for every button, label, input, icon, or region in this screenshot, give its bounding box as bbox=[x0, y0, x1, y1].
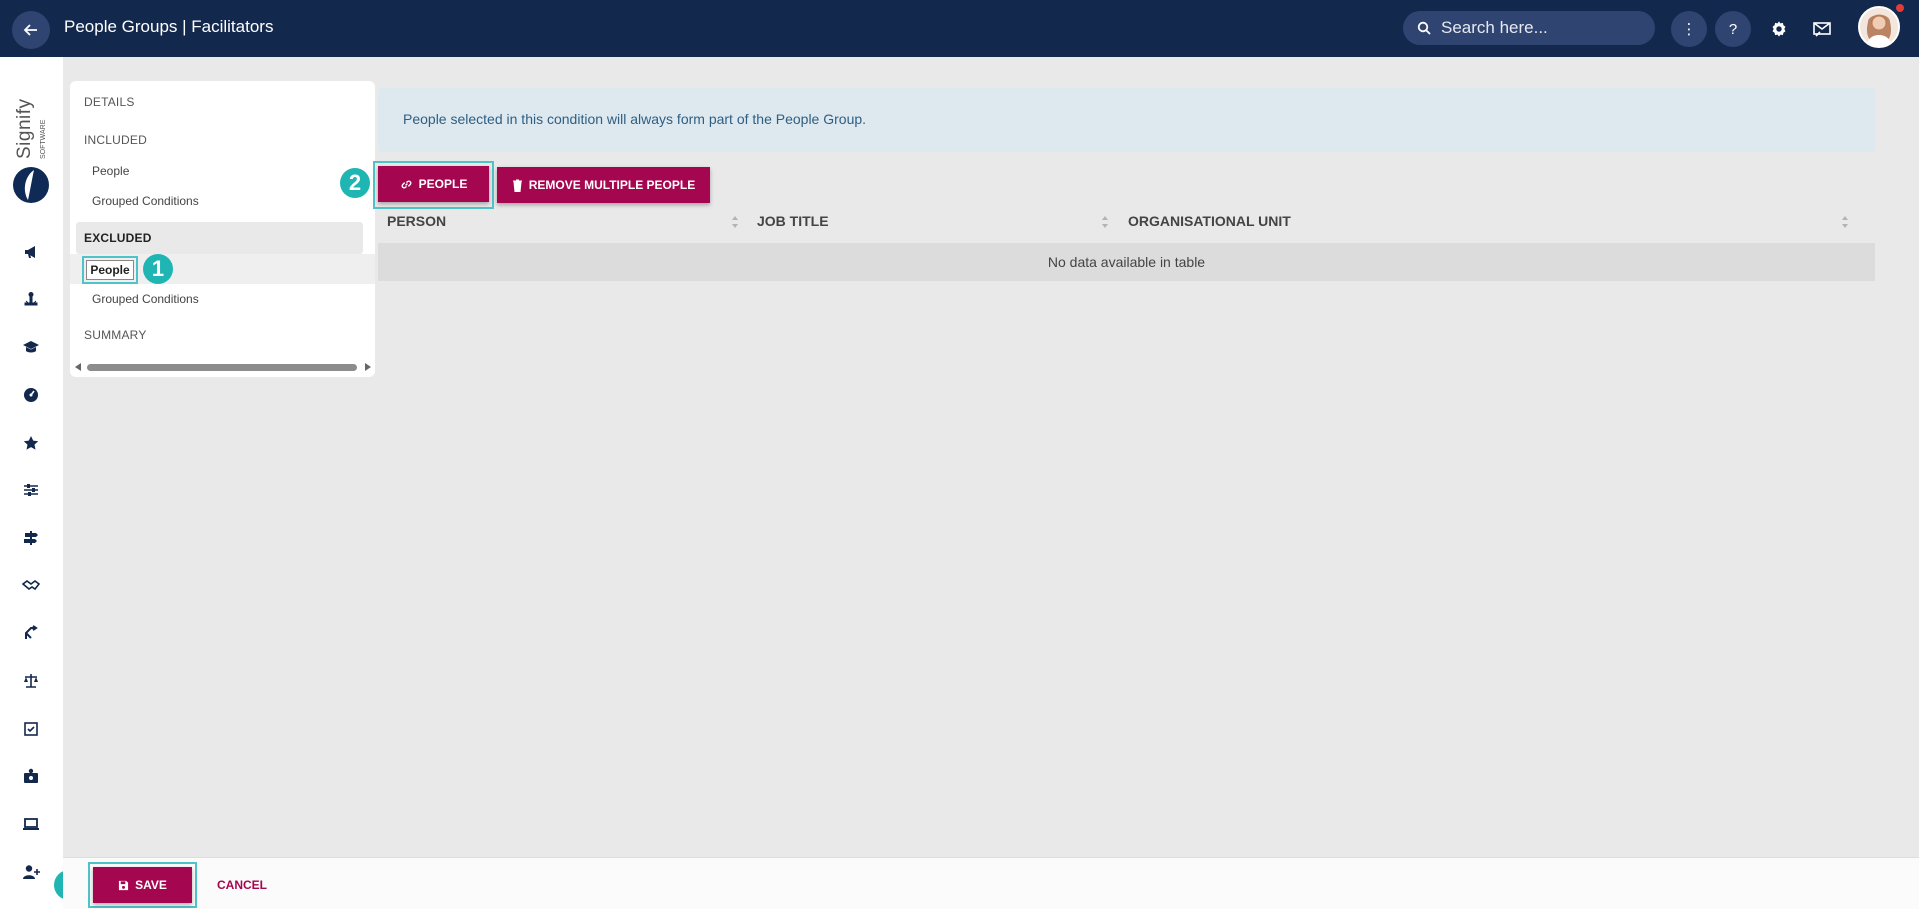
nav-excluded-grouped-conditions[interactable]: Grouped Conditions bbox=[92, 292, 199, 306]
back-button[interactable] bbox=[12, 11, 50, 49]
tasks-nav[interactable] bbox=[19, 717, 43, 741]
gauge-icon bbox=[24, 388, 38, 402]
col-organisational-unit[interactable]: ORGANISATIONAL UNIT bbox=[1128, 213, 1291, 229]
add-person-icon bbox=[23, 865, 40, 879]
back-arrow-icon bbox=[23, 24, 37, 36]
search-placeholder: Search here... bbox=[1441, 18, 1548, 37]
signpost-nav[interactable] bbox=[19, 526, 43, 550]
more-vert-icon: ⋮ bbox=[1681, 21, 1697, 38]
sort-person-icon[interactable] bbox=[730, 214, 740, 230]
floppy-disk-icon bbox=[119, 880, 129, 890]
handshake-icon bbox=[22, 580, 40, 591]
remove-multiple-label: REMOVE MULTIPLE PEOPLE bbox=[528, 178, 696, 192]
footer-bar bbox=[63, 857, 1919, 909]
condition-nav-panel: DETAILS INCLUDED People Grouped Conditio… bbox=[70, 81, 375, 377]
table-empty-row: No data available in table bbox=[378, 243, 1875, 281]
laptop-icon bbox=[23, 818, 39, 830]
nav-included[interactable]: INCLUDED bbox=[84, 133, 147, 147]
people-nav[interactable] bbox=[19, 287, 43, 311]
nav-excluded[interactable]: EXCLUDED bbox=[84, 231, 152, 245]
search-input[interactable]: Search here... bbox=[1403, 11, 1655, 45]
add-person-nav[interactable] bbox=[19, 860, 43, 884]
announcements-nav[interactable] bbox=[19, 240, 43, 264]
step-callout-1: 1 bbox=[143, 254, 173, 284]
help-button[interactable]: ? bbox=[1715, 11, 1751, 47]
people-button-highlight: PEOPLE bbox=[373, 161, 494, 209]
badge-nav[interactable] bbox=[19, 764, 43, 788]
more-options-button[interactable]: ⋮ bbox=[1671, 11, 1707, 47]
sort-job-title-icon[interactable] bbox=[1100, 214, 1110, 230]
messages-button[interactable] bbox=[1808, 15, 1836, 43]
sliders-icon bbox=[24, 484, 38, 496]
nav-summary[interactable]: SUMMARY bbox=[84, 328, 147, 342]
save-label: SAVE bbox=[135, 878, 167, 892]
devices-nav[interactable] bbox=[19, 812, 43, 836]
graduation-cap-icon bbox=[23, 341, 39, 353]
star-icon bbox=[23, 436, 39, 450]
compliance-nav[interactable] bbox=[19, 669, 43, 693]
left-rail: Signify SOFTWARE bbox=[0, 57, 63, 909]
dashboard-nav[interactable] bbox=[19, 383, 43, 407]
logo-subtext: SOFTWARE bbox=[40, 119, 47, 159]
sort-org-unit-icon[interactable] bbox=[1840, 214, 1850, 230]
gear-icon bbox=[1772, 21, 1786, 37]
nav-excluded-people-label: People bbox=[86, 260, 134, 280]
nav-included-grouped-conditions[interactable]: Grouped Conditions bbox=[92, 194, 199, 208]
nav-excluded-people[interactable]: People bbox=[82, 256, 138, 284]
people-button-label: PEOPLE bbox=[418, 177, 468, 191]
favourites-nav[interactable] bbox=[19, 431, 43, 455]
notification-dot bbox=[1896, 4, 1904, 12]
person-tree-icon bbox=[24, 292, 38, 306]
save-button[interactable]: SAVE bbox=[93, 867, 192, 903]
trash-icon bbox=[512, 179, 522, 192]
step-callout-2: 2 bbox=[340, 168, 370, 198]
save-button-highlight: SAVE bbox=[88, 862, 197, 908]
logo-text: Signify bbox=[14, 98, 35, 159]
routes-nav[interactable] bbox=[19, 621, 43, 645]
avatar[interactable] bbox=[1858, 6, 1900, 48]
link-icon bbox=[401, 180, 412, 188]
info-text: People selected in this condition will a… bbox=[403, 111, 867, 127]
nav-details[interactable]: DETAILS bbox=[84, 95, 135, 109]
scrollbar-thumb[interactable] bbox=[87, 364, 357, 371]
col-person[interactable]: PERSON bbox=[387, 213, 446, 229]
learning-nav[interactable] bbox=[19, 335, 43, 359]
remove-multiple-people-button[interactable]: REMOVE MULTIPLE PEOPLE bbox=[497, 167, 710, 203]
partnerships-nav[interactable] bbox=[19, 574, 43, 598]
top-bar: People Groups | Facilitators Search here… bbox=[0, 0, 1919, 57]
horizontal-scrollbar[interactable] bbox=[73, 361, 373, 373]
search-icon bbox=[1417, 21, 1431, 35]
settings-button[interactable] bbox=[1765, 15, 1793, 43]
checklist-icon bbox=[24, 722, 38, 736]
scroll-right-icon bbox=[365, 363, 371, 371]
megaphone-icon bbox=[25, 246, 35, 258]
link-people-button[interactable]: PEOPLE bbox=[378, 166, 489, 202]
badge-icon bbox=[24, 768, 38, 783]
signify-logo: Signify SOFTWARE bbox=[13, 98, 49, 203]
help-icon: ? bbox=[1728, 20, 1738, 38]
mail-icon bbox=[1813, 22, 1831, 37]
info-banner: People selected in this condition will a… bbox=[378, 88, 1875, 152]
configuration-nav[interactable] bbox=[19, 478, 43, 502]
scroll-left-icon bbox=[75, 363, 81, 371]
route-icon bbox=[25, 625, 38, 639]
nav-included-people[interactable]: People bbox=[92, 164, 129, 178]
col-job-title[interactable]: JOB TITLE bbox=[757, 213, 829, 229]
signpost-icon bbox=[24, 531, 38, 545]
page-title: People Groups | Facilitators bbox=[64, 17, 274, 36]
scales-icon bbox=[24, 674, 38, 688]
cancel-button[interactable]: CANCEL bbox=[217, 878, 267, 892]
